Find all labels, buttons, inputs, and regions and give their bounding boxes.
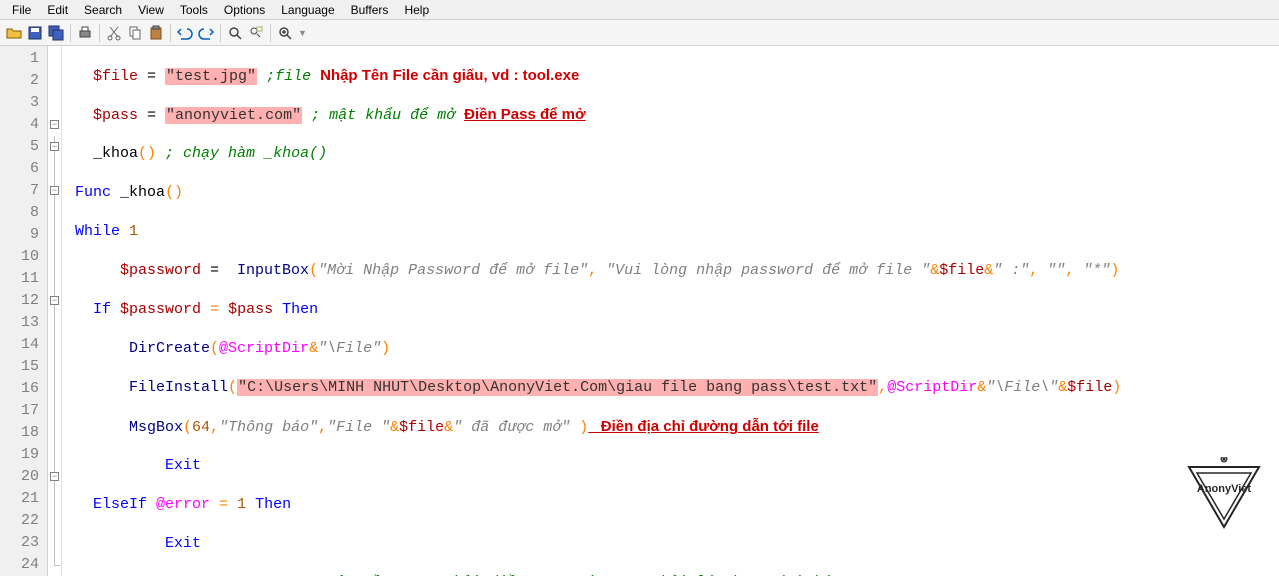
menu-options[interactable]: Options	[216, 1, 273, 19]
print-icon[interactable]	[75, 23, 95, 43]
fold-box-icon[interactable]: −	[50, 142, 59, 151]
undo-icon[interactable]	[175, 23, 195, 43]
annotation: Điền Pass để mở	[464, 106, 586, 123]
annotation: Điền địa chỉ đường dẫn tới file	[588, 418, 819, 435]
copy-icon[interactable]	[125, 23, 145, 43]
paste-icon[interactable]	[146, 23, 166, 43]
toolbar-separator	[70, 24, 71, 42]
fold-box-icon[interactable]: −	[50, 186, 59, 195]
toolbar-separator	[220, 24, 221, 42]
fold-margin: − − − − −	[48, 46, 62, 576]
replace-icon[interactable]	[246, 23, 266, 43]
toolbar-separator	[170, 24, 171, 42]
menu-file[interactable]: File	[4, 1, 39, 19]
zoom-icon[interactable]	[275, 23, 295, 43]
toolbar-separator	[99, 24, 100, 42]
menu-help[interactable]: Help	[396, 1, 437, 19]
menu-buffers[interactable]: Buffers	[343, 1, 397, 19]
line-gutter: 123456789101112131415161718192021222324	[0, 46, 48, 576]
find-icon[interactable]	[225, 23, 245, 43]
redo-icon[interactable]	[196, 23, 216, 43]
save-icon[interactable]	[25, 23, 45, 43]
watermark-logo: AnonyViet	[1179, 423, 1269, 571]
svg-text:AnonyViet: AnonyViet	[1197, 483, 1252, 495]
save-all-icon[interactable]	[46, 23, 66, 43]
menu-tools[interactable]: Tools	[172, 1, 216, 19]
toolbar: ▼	[0, 20, 1279, 46]
code-editor[interactable]: 123456789101112131415161718192021222324 …	[0, 46, 1279, 576]
menu-edit[interactable]: Edit	[39, 1, 76, 19]
menu-bar: File Edit Search View Tools Options Lang…	[0, 0, 1279, 20]
menu-search[interactable]: Search	[76, 1, 130, 19]
fold-box-icon[interactable]: −	[50, 296, 59, 305]
toolbar-separator	[270, 24, 271, 42]
fold-box-icon[interactable]: −	[50, 120, 59, 129]
fold-box-icon[interactable]: −	[50, 472, 59, 481]
menu-view[interactable]: View	[130, 1, 172, 19]
menu-language[interactable]: Language	[273, 1, 342, 19]
cut-icon[interactable]	[104, 23, 124, 43]
open-icon[interactable]	[4, 23, 24, 43]
zoom-dropdown-icon[interactable]: ▼	[298, 28, 307, 38]
annotation: Nhập Tên File cần giấu, vd : tool.exe	[320, 67, 579, 84]
code-area[interactable]: $file = "test.jpg" ;file Nhập Tên File c…	[62, 46, 1279, 576]
